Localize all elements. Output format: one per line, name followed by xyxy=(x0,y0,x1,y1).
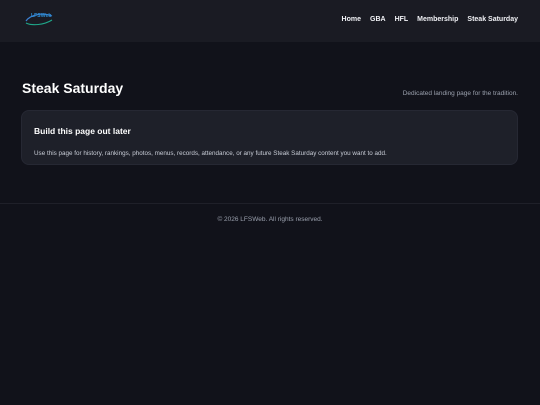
page-title: Steak Saturday xyxy=(22,80,124,96)
nav-link-gba[interactable]: GBA xyxy=(370,16,386,23)
nav-link-home[interactable]: Home xyxy=(342,16,361,23)
lfsweb-logo[interactable]: LFSWeb xyxy=(24,11,54,29)
page: LFSWeb Home GBA HFL Membership Steak Sat… xyxy=(0,0,540,405)
nav-link-hfl[interactable]: HFL xyxy=(395,16,409,23)
top-navigation-bar: LFSWeb Home GBA HFL Membership Steak Sat… xyxy=(0,0,540,42)
footer-copyright: © 2026 LFSWeb. All rights reserved. xyxy=(217,216,323,223)
info-card: Build this page out later Use this page … xyxy=(21,110,518,165)
main-navigation: Home GBA HFL Membership Steak Saturday xyxy=(342,16,518,23)
nav-link-membership[interactable]: Membership xyxy=(417,16,458,23)
card-body-text: Use this page for history, rankings, pho… xyxy=(34,150,387,158)
page-subtitle: Dedicated landing page for the tradition… xyxy=(402,90,518,97)
nav-link-steak-saturday[interactable]: Steak Saturday xyxy=(467,16,518,23)
logo-wordmark: LFSWeb xyxy=(31,13,52,19)
footer-divider xyxy=(0,203,540,204)
card-title: Build this page out later xyxy=(34,126,131,136)
